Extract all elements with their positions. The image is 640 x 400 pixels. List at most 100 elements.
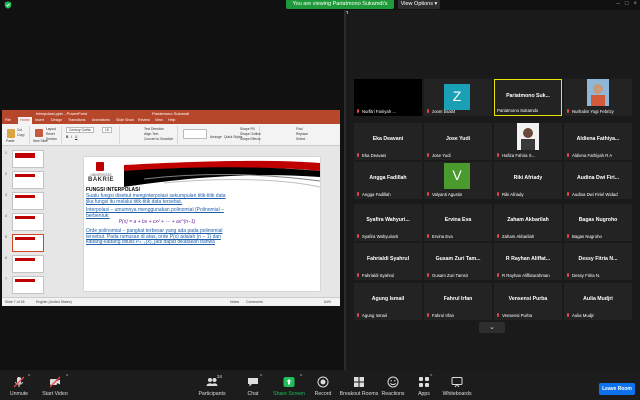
language-indicator[interactable]: English (United States)	[36, 300, 72, 304]
zoom-level[interactable]: 64%	[324, 300, 331, 304]
tab-review[interactable]: Review	[138, 118, 150, 122]
notes-button[interactable]: Notes	[230, 300, 239, 304]
slide-thumbnail[interactable]: 3	[5, 192, 44, 210]
arrange-label[interactable]: Arrange	[210, 135, 222, 139]
participant-tile[interactable]: Z zoom bsa04	[424, 79, 492, 116]
shape-fill-label[interactable]: Shape Fill	[240, 127, 255, 131]
current-slide[interactable]: UNIVERSITAS BAKRIE FUNGSI INTERPOLASI Su…	[84, 157, 320, 291]
tab-slide-show[interactable]: Slide Show	[116, 118, 134, 122]
comments-button[interactable]: Comments	[246, 300, 263, 304]
participant-tile[interactable]: Aldiena Fathiya... Aldiena Fathiyah R A	[564, 123, 632, 160]
participant-tile[interactable]: Aulia Mudjri Aulia Mudjri	[564, 283, 632, 320]
breakout-rooms-button[interactable]: Breakout Rooms	[339, 370, 379, 400]
tab-help[interactable]: Help	[168, 118, 175, 122]
share-options-caret[interactable]: ^	[300, 374, 302, 380]
shapes-gallery[interactable]	[183, 129, 207, 139]
maximize-icon[interactable]: □	[625, 0, 629, 9]
find-label[interactable]: Find	[296, 127, 302, 131]
font-size-select[interactable]: 18	[102, 127, 112, 133]
participant-tile[interactable]: Fahrialdi Syahrul Fahrialdi Syahrul	[354, 243, 422, 280]
ppt-user: Pariatmono Sukamdi	[152, 111, 190, 116]
record-button[interactable]: Record	[310, 370, 336, 400]
replace-label[interactable]: Replace	[296, 132, 308, 136]
participant-tile[interactable]: Agung Ismail Agung Ismail	[354, 283, 422, 320]
reactions-icon	[387, 376, 399, 388]
participant-tile[interactable]: Vensensi Purba Vensensi Purba	[494, 283, 562, 320]
apps-button[interactable]: ^ Apps	[414, 370, 434, 400]
video-options-caret[interactable]: ^	[66, 374, 68, 380]
participant-tile[interactable]: Jose Yudi Jose Yudi	[424, 123, 492, 160]
section-label[interactable]: Section	[46, 137, 57, 141]
slide-thumbnail[interactable]: 6	[5, 255, 44, 273]
new-slide-icon[interactable]	[35, 129, 43, 137]
participant-tile[interactable]: Hafiza Fahira S...	[494, 123, 562, 160]
tab-file[interactable]: File	[5, 118, 11, 122]
italic-button[interactable]: I	[71, 135, 72, 139]
participant-tile[interactable]: Dessy Fitria N... Dessy Fitria N.	[564, 243, 632, 280]
cut-label[interactable]: Cut	[17, 128, 22, 132]
reset-label[interactable]: Reset	[46, 132, 55, 136]
align-text-label[interactable]: Align Text	[144, 132, 158, 136]
apps-icon	[419, 377, 429, 387]
microphone-muted-icon	[13, 376, 25, 388]
participant-tile[interactable]: R Rayhan Aliffat... R Rayhan Aliffaturah…	[494, 243, 562, 280]
slide-thumbnail-selected[interactable]: 5	[5, 234, 44, 252]
share-screen-button[interactable]: ^ Share Screen	[272, 370, 306, 400]
tab-animations[interactable]: Animations	[92, 118, 110, 122]
participant-tile[interactable]: Syafira Wahyuri... Syafira Wahyuriarti	[354, 204, 422, 241]
participant-tile[interactable]: Fahrul Irfan Fahrul Irfan	[424, 283, 492, 320]
participant-tile[interactable]: Bagas Nugroho Bagas Nugroho	[564, 204, 632, 241]
tab-insert[interactable]: Insert	[35, 118, 44, 122]
slide-text-box[interactable]: FUNGSI INTERPOLASI Suatu fungsi disebut …	[86, 187, 228, 246]
font-family-select[interactable]: Century Gothic	[66, 127, 94, 133]
participant-label: Nurhalim Yogi Febrizy	[566, 108, 614, 115]
smartart-label[interactable]: Convert to SmartArt	[144, 137, 173, 141]
chat-options-caret[interactable]: ^	[260, 374, 262, 380]
slide-thumbnail[interactable]: 4	[5, 213, 44, 231]
whiteboards-button[interactable]: Whiteboards	[441, 370, 473, 400]
participant-tile[interactable]: Audina Dwi Firi... Audina Dwi Firiel Wid…	[564, 162, 632, 199]
select-label[interactable]: Select	[296, 137, 305, 141]
layout-label[interactable]: Layout	[46, 127, 56, 131]
reactions-button[interactable]: Reactions	[380, 370, 406, 400]
participant-tile-active-speaker[interactable]: Pariatmono Suk... Pariatmono Sukamdo	[494, 79, 562, 116]
participant-name: R Rayhan Aliffat...	[505, 256, 551, 262]
participant-tile[interactable]: Gusam Zuri Tam... Gusam Zuri Tamsir	[424, 243, 492, 280]
tab-view[interactable]: View	[155, 118, 163, 122]
leave-room-button[interactable]: Leave Room	[599, 383, 635, 395]
view-options-button[interactable]: View Options ▾	[398, 0, 440, 9]
shape-outline-label[interactable]: Shape Outline	[240, 132, 261, 136]
tab-design[interactable]: Design	[51, 118, 62, 122]
participant-tile[interactable]: Nurfitri Fairiyah ...	[354, 79, 422, 116]
shape-effects-label[interactable]: Shape Effects	[240, 137, 260, 141]
slide-thumbnail[interactable]: 1	[5, 150, 44, 168]
participants-button[interactable]: 34 Participants	[196, 370, 228, 400]
participant-tile[interactable]: Eka Deavani Eka Deavani	[354, 123, 422, 160]
apps-options-caret[interactable]: ^	[430, 374, 432, 380]
split-divider[interactable]	[344, 10, 346, 370]
unmute-button[interactable]: ^ Unmute	[4, 370, 34, 400]
gallery-next-page-button[interactable]: ⌄	[479, 322, 505, 333]
participant-tile[interactable]: Zaham Akbarilah Zaham Akbarilah	[494, 204, 562, 241]
copy-label[interactable]: Copy	[17, 133, 25, 137]
participant-tile[interactable]: Nurhalim Yogi Febrizy	[564, 79, 632, 116]
participant-tile[interactable]: V Valyanti Agustin	[424, 162, 492, 199]
audio-options-caret[interactable]: ^	[28, 374, 30, 380]
chat-button[interactable]: ^ Chat	[240, 370, 266, 400]
reactions-label: Reactions	[381, 391, 405, 397]
start-video-button[interactable]: ^ Start Video	[38, 370, 72, 400]
slide-thumbnail[interactable]: 7	[5, 276, 44, 294]
text-direction-label[interactable]: Text Direction	[144, 127, 164, 131]
slide-thumbnail[interactable]: 2	[5, 171, 44, 189]
shield-icon[interactable]	[4, 1, 12, 9]
minimize-icon[interactable]: –	[617, 0, 620, 9]
participant-tile[interactable]: Ervina Eva Ervina Eva	[424, 204, 492, 241]
paste-icon[interactable]	[7, 129, 15, 138]
underline-button[interactable]: U	[75, 135, 77, 139]
tab-transitions[interactable]: Transitions	[68, 118, 85, 122]
tab-home[interactable]: Home	[18, 117, 32, 124]
participant-tile[interactable]: Angga Fadillah Angga Fadillah	[354, 162, 422, 199]
close-icon[interactable]: ×	[633, 0, 637, 9]
participant-tile[interactable]: Riki Afriady Riki Afriady	[494, 162, 562, 199]
bold-button[interactable]: B	[66, 135, 68, 139]
